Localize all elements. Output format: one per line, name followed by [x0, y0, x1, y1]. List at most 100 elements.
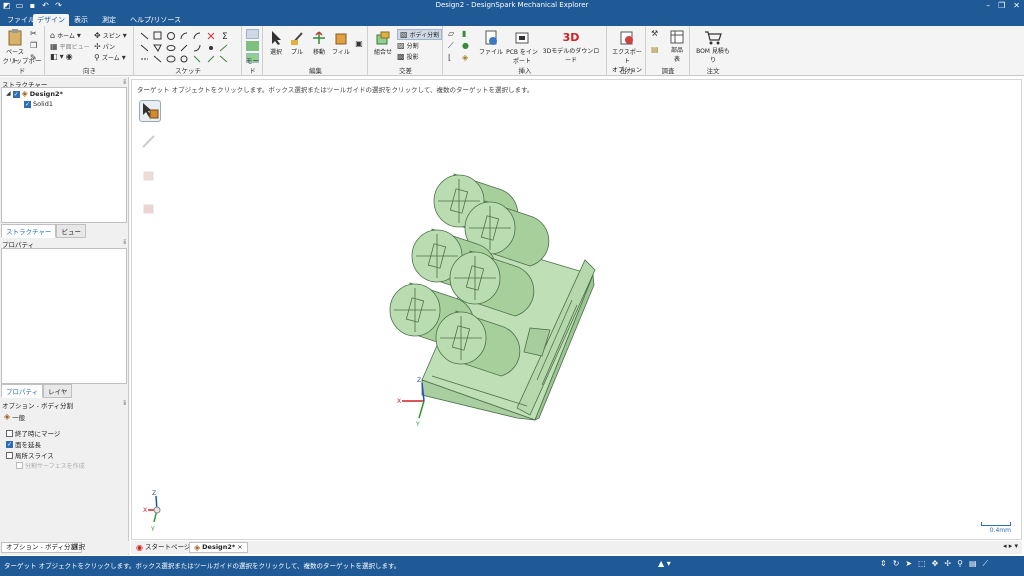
box-select-icon[interactable]: ⬚ [918, 559, 926, 569]
fit-icon[interactable]: ▤ [969, 559, 977, 569]
tab-start-page[interactable]: ◉ スタートページ [132, 542, 194, 553]
pin-icon[interactable]: ⅱ [123, 400, 126, 407]
copy-icon[interactable]: ❐ [30, 42, 37, 50]
visibility-checkbox[interactable]: ✓ [12, 90, 20, 98]
tree-root-design[interactable]: ◢ ✓ ◈ Design2* [6, 90, 63, 99]
options-header: オプション - ボディ分割 [2, 402, 74, 410]
structure-tree: ◢ ✓ ◈ Design2* ✓ Solid1 [1, 87, 127, 223]
pcb-icon [515, 32, 529, 44]
pan-button[interactable]: ✢ パン [94, 42, 115, 51]
tab-properties[interactable]: プロパティ [1, 384, 44, 398]
plane-view-icon: ▦ [50, 41, 58, 51]
view-triad[interactable]: X Y Z [143, 490, 161, 533]
spin-button[interactable]: ✥ スピン ▾ [94, 31, 127, 40]
option-merge-on-exit[interactable]: 終了時にマージ [6, 428, 60, 438]
pin-icon[interactable]: ⅱ [123, 79, 126, 86]
visibility-checkbox[interactable]: ✓ [24, 100, 31, 108]
combine-icon [376, 31, 390, 45]
sketch-mode-icon[interactable] [246, 29, 259, 39]
minimize-icon[interactable]: – [986, 0, 990, 12]
window-title: Design2 - DesignSpark Mechanical Explore… [435, 1, 589, 9]
move-button[interactable]: 移動 [310, 30, 328, 56]
pan-mode-icon[interactable]: ✢ [944, 559, 951, 569]
tab-scroll-icon[interactable]: ◂ ▸ ▾ [1003, 542, 1018, 550]
axis-icon[interactable]: ⟋ [448, 42, 454, 50]
plane-icon[interactable]: ▱ [448, 30, 454, 38]
tree-item-solid[interactable]: ✓ Solid1 [24, 100, 53, 108]
project-button[interactable]: ▩ 投影 [397, 52, 419, 61]
insert-file-button[interactable]: ファイル [478, 30, 504, 56]
measure-icon[interactable]: ⚒ [651, 30, 658, 38]
cut-icon[interactable]: ✂ [30, 30, 37, 38]
clipboard-group: ペースト ✂ ❐ ✎ クリップボード [0, 26, 45, 76]
svg-text:X: X [143, 507, 147, 514]
tab-views[interactable]: ビュー [56, 224, 86, 238]
select-button[interactable]: 選択 [267, 30, 285, 56]
fill-button[interactable]: フィル [332, 30, 350, 56]
extend-faces-checkbox[interactable]: ✓ [6, 440, 13, 448]
3d-badge-icon: 3D [562, 31, 580, 44]
pin-icon[interactable]: ⅱ [123, 239, 126, 246]
document-tabs: ◉ スタートページ ◈ Design2* × ◂ ▸ ▾ [131, 541, 1022, 554]
options-general-section[interactable]: ◈ 一般 [4, 412, 25, 423]
split-body-button[interactable]: ▧ ボディ分割 [397, 29, 443, 40]
merge-checkbox[interactable] [6, 429, 13, 437]
svg-text:Y: Y [150, 526, 155, 533]
intersect-group: 組合せ ▧ ボディ分割 ▨ 分割 ▩ 投影 交差 [369, 26, 443, 76]
sketch-tools-icon[interactable]: Σ [138, 29, 238, 63]
split-body-icon: ▧ [400, 29, 408, 39]
origin-icon[interactable]: ⌊ [448, 54, 451, 62]
spin-mode-icon[interactable]: ✥ [932, 559, 939, 569]
split-button[interactable]: ▨ 分割 [397, 41, 419, 50]
bom-quote-button[interactable]: BOM 見積もり [693, 30, 733, 64]
import-pcb-button[interactable]: PCB をイン ポート [506, 30, 538, 65]
line-style-icon[interactable]: ⟋ [983, 559, 989, 569]
option-extend-faces[interactable]: ✓ 面を延長 [6, 439, 41, 449]
combine-button[interactable]: 組合せ [372, 31, 394, 56]
download-3d-model-button[interactable]: 3D 3Dモデルのダウンロード [540, 30, 602, 64]
order-group: BOM 見積もり 注文 [691, 26, 735, 76]
close-tab-icon[interactable]: × [237, 542, 242, 553]
bom-icon[interactable]: ▤ [651, 46, 659, 54]
sphere-icon[interactable]: ● [462, 42, 469, 50]
model-canvas: X Y Z X Y Z [143, 173, 596, 533]
tab-structure[interactable]: ストラクチャー [1, 224, 57, 238]
3d-viewport[interactable]: ターゲット オブジェクトをクリックします。ボックス選択またはツールガイドの選択を… [131, 79, 1022, 540]
close-icon[interactable]: ✕ [1013, 0, 1020, 12]
restore-icon[interactable]: ❐ [998, 0, 1005, 12]
tab-design[interactable]: デザイン [33, 14, 69, 26]
structure-tabs: ストラクチャー ビュー [1, 224, 86, 238]
parts-table-button[interactable]: 部品表 [667, 30, 687, 63]
tab-view[interactable]: 表示 [70, 14, 92, 26]
shell-icon[interactable]: ◈ [462, 54, 468, 62]
tab-measure[interactable]: 測定 [98, 14, 120, 26]
view-cube-button[interactable]: ◧ ▾ ◉ [50, 53, 73, 61]
tab-help[interactable]: ヘルプ/リソース [126, 14, 185, 26]
svg-text:Y: Y [415, 421, 420, 428]
home-button[interactable]: ⌂ ホーム ▾ [50, 31, 81, 40]
plane-view-button[interactable]: ▦ 平面ビュー [50, 42, 90, 51]
svg-text:Z: Z [417, 377, 421, 384]
zoom-mode-icon[interactable]: ⚲ [957, 559, 963, 569]
tab-design2[interactable]: ◈ Design2* × [189, 542, 248, 553]
local-slice-checkbox[interactable] [6, 451, 13, 459]
orient-group: ⌂ ホーム ▾ ▦ 平面ビュー ◧ ▾ ◉ ✥ スピン ▾ ✢ パン ⚲ ズーム ▾ 向き [46, 26, 134, 76]
status-text: ターゲット オブジェクトをクリックします。ボックス選択またはツールガイドの選択を… [4, 562, 401, 570]
pan-icon: ✢ [94, 41, 101, 51]
rotate-icon[interactable]: ↻ [893, 559, 900, 569]
tab-selection[interactable]: 選択 [68, 542, 89, 553]
insert-group: ▱ ⟋ ⌊ ▮ ● ◈ ファイル PCB をイン ポート 3D 3Dモデルのダウン… [444, 26, 607, 76]
svg-text:Z: Z [152, 490, 156, 497]
option-local-slice[interactable]: 局所スライス [6, 450, 54, 460]
section-mode-icon[interactable] [246, 41, 259, 51]
select-mode-icon[interactable]: ➤ [905, 559, 912, 569]
pull-button[interactable]: プル [288, 30, 306, 56]
tab-layers[interactable]: レイヤ [43, 384, 73, 398]
cylinder-icon[interactable]: ▮ [462, 30, 466, 38]
cart-icon [705, 31, 722, 45]
status-warning-icon[interactable]: ▲ ▾ [658, 559, 671, 568]
expand-icon[interactable]: ◢ [6, 90, 11, 98]
zoom-button[interactable]: ⚲ ズーム ▾ [94, 53, 126, 62]
fill-options-icon[interactable]: ▣ [354, 40, 364, 48]
scroll-icon[interactable]: ⇕ [880, 559, 887, 569]
